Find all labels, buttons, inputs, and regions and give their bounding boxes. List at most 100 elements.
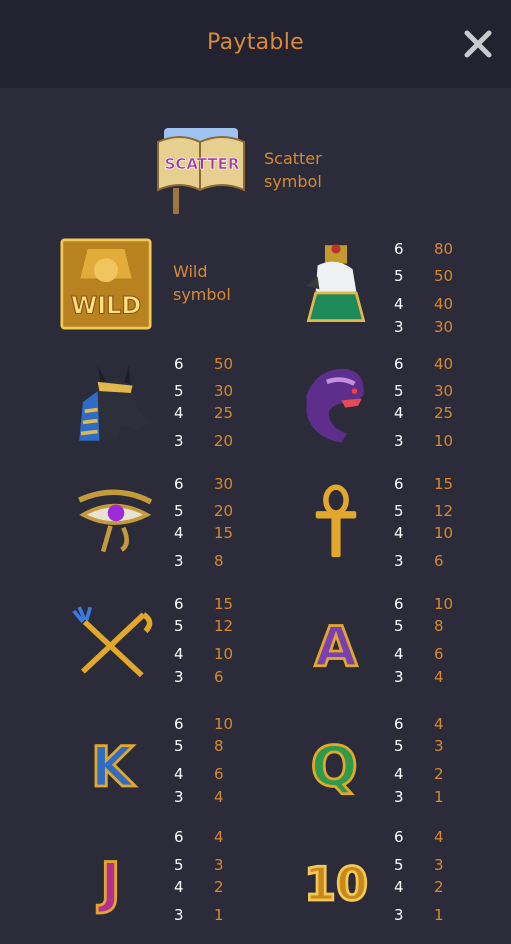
pay-value: 12 (214, 617, 234, 635)
anubis-icon (79, 365, 151, 441)
letter-k-icon: K (90, 735, 138, 802)
pay-value: 3 (214, 856, 224, 874)
pay-count: 3 (174, 788, 184, 806)
letter-j-icon: J (95, 851, 122, 918)
pay-count: 5 (174, 737, 184, 755)
pay-value: 40 (434, 355, 454, 373)
pay-value: 2 (434, 878, 444, 896)
pay-value: 30 (214, 475, 234, 493)
pay-value: 80 (434, 240, 454, 258)
pay-value: 20 (214, 432, 234, 450)
svg-text:Q: Q (311, 736, 358, 800)
ankh-icon (315, 484, 357, 558)
pay-count: 5 (394, 737, 404, 755)
letter-a-icon: A (313, 615, 359, 682)
pay-count: 4 (394, 878, 404, 896)
pay-count: 4 (394, 645, 404, 663)
horus-icon (306, 244, 366, 323)
header-bar: Paytable (0, 0, 511, 88)
pay-value: 3 (434, 737, 444, 755)
pay-value: 30 (434, 318, 454, 336)
pay-count: 6 (394, 828, 404, 846)
wild-label-line2: symbol (173, 285, 231, 304)
close-icon[interactable] (462, 28, 494, 60)
svg-text:SCATTER: SCATTER (165, 155, 240, 173)
pay-value: 3 (434, 856, 444, 874)
pay-count: 6 (394, 355, 404, 373)
pay-count: 3 (394, 552, 404, 570)
crook-and-flail-icon (72, 606, 153, 678)
cobra-icon (306, 368, 364, 443)
pay-value: 25 (434, 404, 454, 422)
pay-count: 5 (394, 267, 404, 285)
pay-count: 4 (174, 524, 184, 542)
pay-value: 30 (214, 382, 234, 400)
pay-count: 6 (174, 715, 184, 733)
pay-value: 6 (214, 765, 224, 783)
pay-count: 3 (394, 668, 404, 686)
pay-count: 5 (174, 382, 184, 400)
pay-value: 1 (434, 906, 444, 924)
pay-value: 4 (434, 668, 444, 686)
pay-count: 4 (394, 295, 404, 313)
pay-value: 4 (214, 828, 224, 846)
pay-value: 4 (434, 828, 444, 846)
pay-count: 4 (394, 524, 404, 542)
pay-count: 6 (174, 828, 184, 846)
pay-count: 3 (394, 432, 404, 450)
svg-text:K: K (91, 736, 136, 800)
pay-value: 40 (434, 295, 454, 313)
pay-count: 5 (174, 502, 184, 520)
pay-count: 3 (394, 906, 404, 924)
pay-value: 15 (214, 595, 234, 613)
pay-count: 6 (394, 715, 404, 733)
pay-value: 12 (434, 502, 454, 520)
pay-count: 6 (394, 475, 404, 493)
pay-count: 5 (394, 617, 404, 635)
pay-count: 4 (174, 878, 184, 896)
pay-value: 8 (214, 737, 224, 755)
wild-label: Wild symbol (173, 260, 231, 306)
scatter-icon: SCATTER (157, 128, 245, 214)
pay-value: 10 (434, 595, 454, 613)
svg-text:A: A (315, 616, 358, 680)
scatter-label-line1: Scatter (264, 149, 322, 168)
pay-count: 3 (174, 668, 184, 686)
letter-q-icon: Q (309, 735, 359, 802)
pay-value: 10 (214, 715, 234, 733)
pay-count: 4 (394, 404, 404, 422)
pay-count: 3 (394, 788, 404, 806)
pay-count: 6 (394, 595, 404, 613)
pay-value: 6 (434, 645, 444, 663)
pay-count: 6 (394, 240, 404, 258)
pay-value: 15 (214, 524, 234, 542)
pay-count: 6 (174, 595, 184, 613)
svg-text:J: J (96, 852, 121, 916)
pay-count: 3 (174, 552, 184, 570)
pay-count: 5 (174, 617, 184, 635)
pay-count: 4 (174, 645, 184, 663)
pay-value: 6 (434, 552, 444, 570)
pay-value: 15 (434, 475, 454, 493)
pay-count: 3 (174, 432, 184, 450)
pay-value: 4 (434, 715, 444, 733)
pay-value: 10 (434, 432, 454, 450)
pay-value: 20 (214, 502, 234, 520)
pay-value: 25 (214, 404, 234, 422)
pay-value: 6 (214, 668, 224, 686)
pay-value: 1 (214, 906, 224, 924)
pay-value: 4 (214, 788, 224, 806)
pay-count: 5 (394, 856, 404, 874)
pay-count: 3 (174, 906, 184, 924)
pay-value: 2 (434, 765, 444, 783)
pay-value: 10 (214, 645, 234, 663)
pay-count: 5 (394, 382, 404, 400)
pay-value: 8 (434, 617, 444, 635)
pay-value: 50 (214, 355, 234, 373)
scatter-label: Scatter symbol (264, 147, 322, 193)
eye-of-horus-icon (78, 489, 153, 553)
pay-count: 5 (174, 856, 184, 874)
pay-count: 4 (394, 765, 404, 783)
svg-text:10: 10 (304, 857, 368, 911)
pay-value: 1 (434, 788, 444, 806)
